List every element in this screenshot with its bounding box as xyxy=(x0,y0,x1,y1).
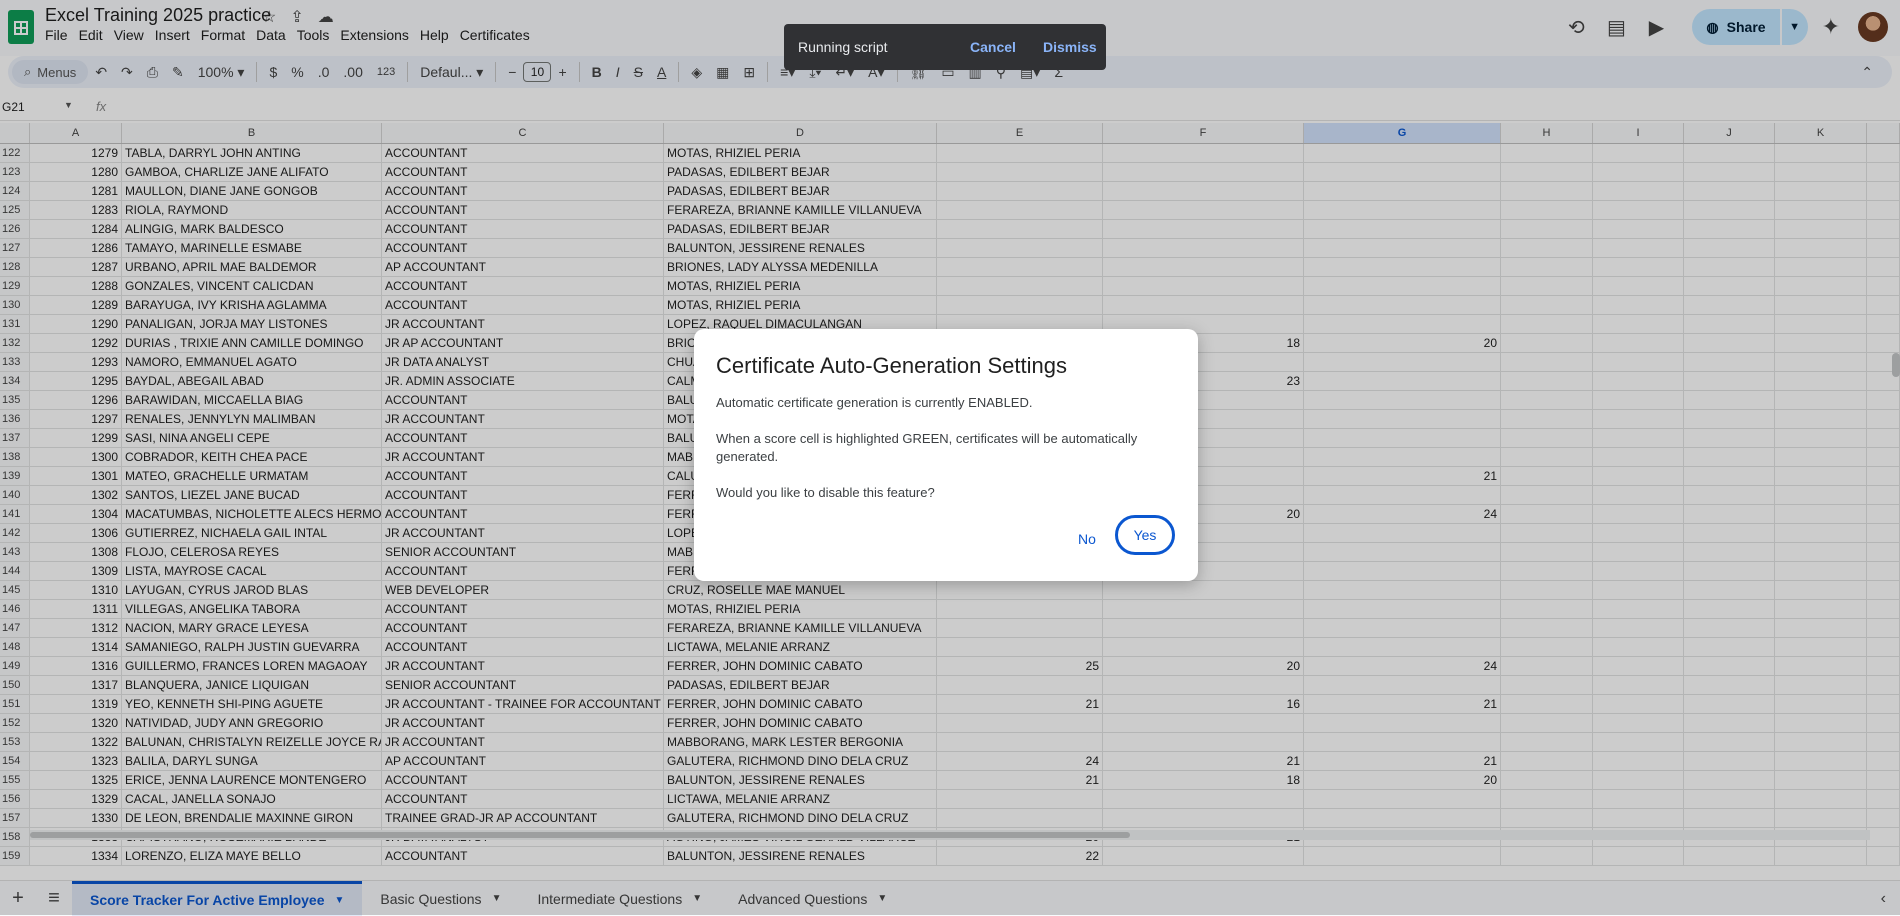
dismiss-button[interactable]: Dismiss xyxy=(1043,39,1097,55)
cancel-button[interactable]: Cancel xyxy=(970,39,1016,55)
dialog-title: Certificate Auto-Generation Settings xyxy=(716,353,1067,378)
dialog-description-text: When a score cell is highlighted GREEN, … xyxy=(716,431,1138,464)
snackbar-text: Running script xyxy=(798,39,888,55)
running-script-snackbar: Running script Cancel Dismiss xyxy=(784,24,1106,70)
certificate-settings-dialog: Certificate Auto-Generation Settings Aut… xyxy=(694,329,1198,581)
no-button[interactable]: No xyxy=(1070,531,1104,547)
dialog-status-text: Automatic certificate generation is curr… xyxy=(716,395,1033,410)
dialog-question-text: Would you like to disable this feature? xyxy=(716,485,935,500)
yes-button[interactable]: Yes xyxy=(1115,515,1175,555)
